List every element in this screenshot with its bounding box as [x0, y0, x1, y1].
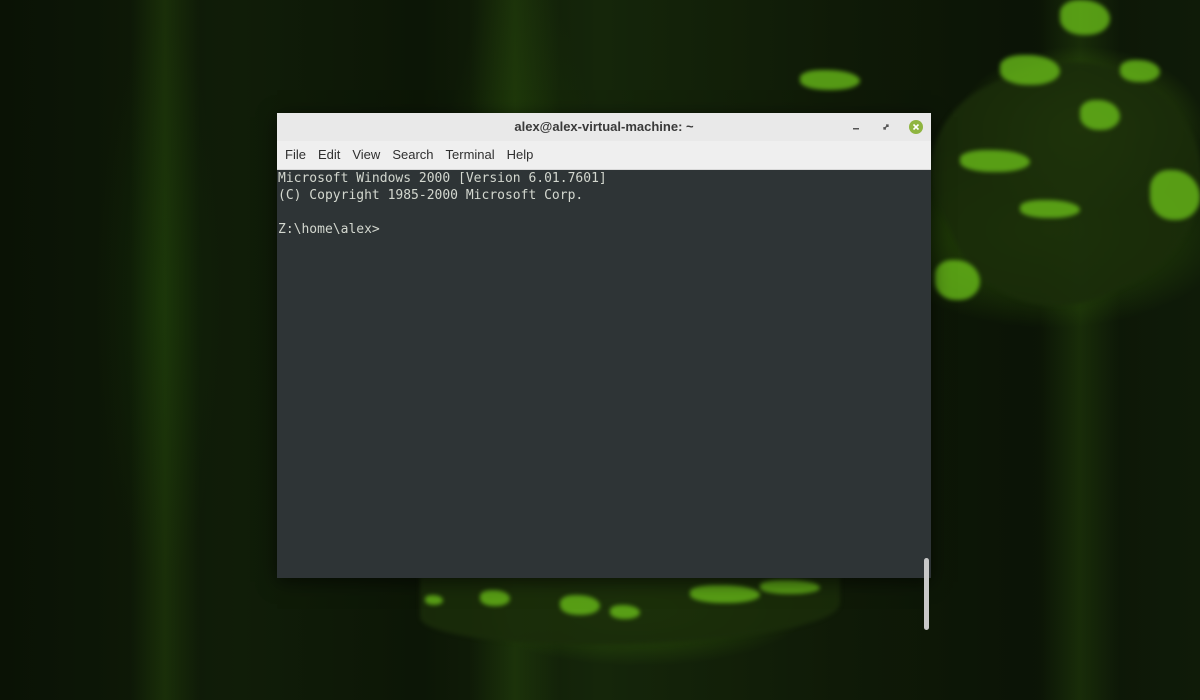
wallpaper-leaf — [480, 590, 510, 606]
terminal-line: (C) Copyright 1985-2000 Microsoft Corp. — [278, 188, 584, 203]
wallpaper-leaf — [960, 150, 1030, 172]
wallpaper-leaf — [1080, 100, 1120, 130]
terminal-window[interactable]: alex@alex-virtual-machine: ~ File Edit V… — [277, 113, 931, 630]
close-button[interactable] — [901, 113, 931, 141]
wallpaper-leaf — [760, 580, 820, 594]
wallpaper-leaf — [1020, 200, 1080, 218]
wallpaper-leaf — [1000, 55, 1060, 85]
wallpaper-leaf — [690, 585, 760, 603]
wallpaper-leaf — [935, 260, 980, 300]
minimize-button[interactable] — [841, 113, 871, 141]
window-titlebar[interactable]: alex@alex-virtual-machine: ~ — [277, 113, 931, 141]
maximize-icon — [883, 124, 889, 130]
terminal-line: Microsoft Windows 2000 [Version 6.01.760… — [278, 171, 607, 186]
close-button-circle — [909, 120, 923, 134]
wallpaper-leaf — [800, 70, 860, 90]
maximize-button[interactable] — [871, 113, 901, 141]
window-title: alex@alex-virtual-machine: ~ — [514, 119, 694, 134]
wallpaper-leaf — [560, 595, 600, 615]
wallpaper-leaf — [1060, 0, 1110, 35]
desktop-wallpaper: alex@alex-virtual-machine: ~ File Edit V… — [0, 0, 1200, 700]
wallpaper-leaf — [610, 605, 640, 619]
wallpaper-leaf — [425, 595, 443, 605]
minimize-icon — [853, 128, 859, 130]
menu-file[interactable]: File — [279, 141, 312, 169]
terminal-output[interactable]: Microsoft Windows 2000 [Version 6.01.760… — [277, 170, 931, 630]
wallpaper-leaf — [1150, 170, 1200, 220]
window-controls — [841, 113, 931, 141]
menu-edit[interactable]: Edit — [312, 141, 346, 169]
menu-terminal[interactable]: Terminal — [440, 141, 501, 169]
wallpaper-leaf — [1120, 60, 1160, 82]
menu-search[interactable]: Search — [386, 141, 439, 169]
menu-help[interactable]: Help — [501, 141, 540, 169]
menu-bar: File Edit View Search Terminal Help — [277, 141, 931, 170]
terminal-scrollbar[interactable] — [924, 558, 929, 630]
close-icon — [912, 123, 920, 131]
wallpaper-stripe — [130, 0, 200, 700]
menu-view[interactable]: View — [346, 141, 386, 169]
terminal-prompt: Z:\home\alex> — [278, 222, 380, 237]
